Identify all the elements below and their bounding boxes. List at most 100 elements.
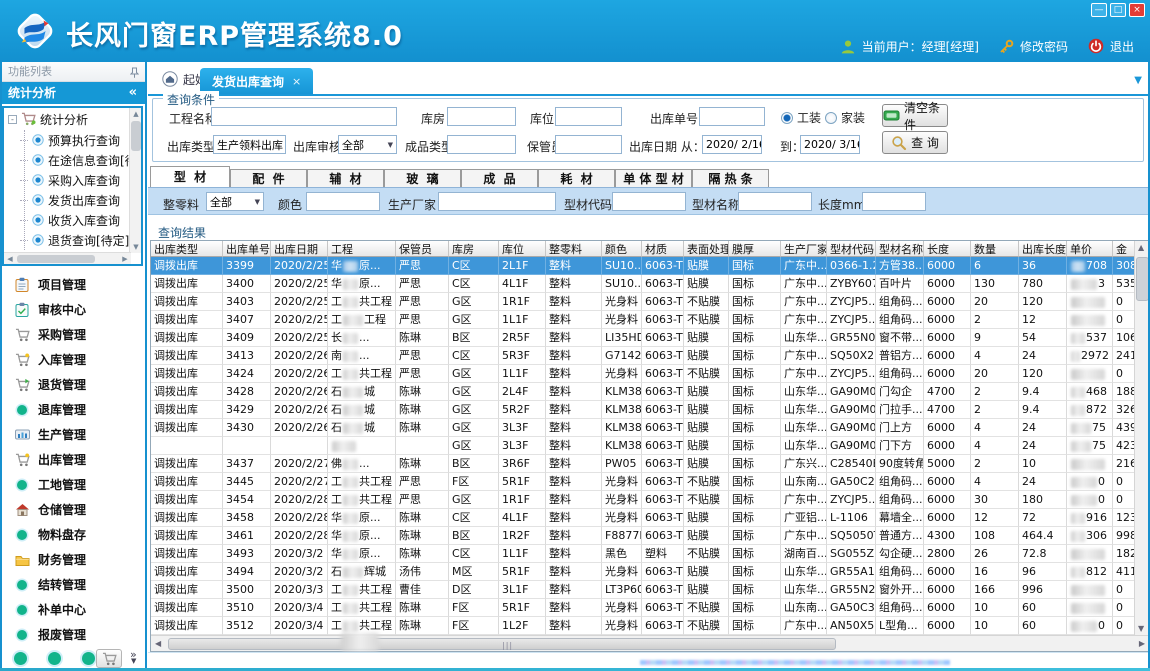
table-row-8[interactable]: 调拨出库34292020/2/26石城陈琳G区5R2F整料KLM38176063… (151, 401, 1135, 419)
column-header-6[interactable]: 库位 (499, 241, 546, 257)
table-row-14[interactable]: 调拨出库34582020/2/28华原...陈琳C区4L1F整料光身料6063-… (151, 509, 1135, 527)
sidebar-group-6[interactable]: 生产管理 (0, 422, 145, 447)
tab-list-dropdown-icon[interactable]: ▼ (1134, 75, 1142, 86)
tree-item-1[interactable]: 在途信息查询[待 (4, 150, 141, 170)
table-row-12[interactable]: 调拨出库34452020/2/27工共工程严思F区5R1F整料光身料6063-T… (151, 473, 1135, 491)
scroll-down-icon[interactable]: ▼ (130, 241, 142, 253)
column-header-3[interactable]: 工程 (328, 241, 396, 257)
location-input[interactable] (555, 107, 622, 126)
material-tab-7[interactable]: 隔 热 条 (692, 169, 769, 187)
column-header-10[interactable]: 表面处理 (684, 241, 729, 257)
out-type-select[interactable]: 生产领料出库▼ (213, 135, 286, 154)
scroll-right-icon[interactable]: ▶ (1139, 639, 1145, 648)
column-header-16[interactable]: 数量 (971, 241, 1019, 257)
scroll-thumb[interactable] (17, 255, 95, 263)
sidebar-group-14[interactable]: 报废管理 (0, 622, 145, 647)
section-header[interactable]: 统计分析 « (0, 82, 145, 104)
sidebar-group-12[interactable]: 结转管理 (0, 572, 145, 597)
table-row-11[interactable]: 调拨出库34372020/2/27佛...陈琳B区3R6F整料PW056063-… (151, 455, 1135, 473)
expander-icon[interactable]: - (8, 115, 17, 124)
table-row-20[interactable]: 调拨出库35122020/3/4工共工程陈琳F区1L2F整料光身料6063-T5… (151, 617, 1135, 635)
scroll-left-icon[interactable]: ◀ (4, 253, 16, 265)
order-no-input[interactable] (699, 107, 765, 126)
scroll-thumb[interactable] (131, 121, 141, 151)
table-row-16[interactable]: 调拨出库34932020/3/2华原...陈琳C区1L1F整料黑色塑料不贴膜国标… (151, 545, 1135, 563)
sidebar-group-13[interactable]: 补单中心 (0, 597, 145, 622)
column-header-5[interactable]: 库房 (449, 241, 499, 257)
sidebar-group-5[interactable]: 退库管理 (0, 397, 145, 422)
cart-group-button[interactable] (96, 649, 122, 668)
scroll-down-icon[interactable]: ▼ (1138, 624, 1144, 633)
material-tab-3[interactable]: 玻 璃 (384, 169, 461, 187)
product-type-input[interactable] (447, 135, 516, 154)
tree-item-4[interactable]: 收货入库查询 (4, 210, 141, 230)
search-button[interactable]: 查 询 (882, 131, 948, 154)
table-row-17[interactable]: 调拨出库34942020/3/2石辉城汤伟M区5R1F整料光身料6063-T5贴… (151, 563, 1135, 581)
table-row-18[interactable]: 调拨出库35002020/3/3工共工程曹佳D区3L1F整料LT3P606063… (151, 581, 1135, 599)
table-row-3[interactable]: 调拨出库34072020/2/25工工程严思G区1L1F整料光身料6063-T5… (151, 311, 1135, 329)
column-header-11[interactable]: 膜厚 (729, 241, 781, 257)
column-header-7[interactable]: 整零料 (546, 241, 602, 257)
maker-input[interactable] (438, 192, 556, 211)
material-tab-6[interactable]: 单 体 型 材 (615, 169, 692, 187)
table-row-15[interactable]: 调拨出库34612020/2/28华原...陈琳B区1R2F整料F8877FT6… (151, 527, 1135, 545)
keeper-input[interactable] (555, 135, 622, 154)
audit-select[interactable]: 全部▼ (338, 135, 397, 154)
column-header-18[interactable]: 单价 (1067, 241, 1113, 257)
group-dot-icon[interactable] (14, 652, 27, 665)
name-input[interactable] (738, 192, 812, 211)
column-header-17[interactable]: 出库长度 (1019, 241, 1067, 257)
scroll-left-icon[interactable]: ◀ (155, 639, 161, 648)
tree-hscrollbar[interactable]: ◀ ▶ (4, 252, 131, 264)
collapse-icon[interactable]: « (129, 82, 137, 104)
date-from-select[interactable]: 2020/ 2/16▼ (702, 135, 762, 154)
column-header-4[interactable]: 保管员 (396, 241, 449, 257)
sidebar-group-1[interactable]: 审核中心 (0, 297, 145, 322)
sidebar-group-8[interactable]: 工地管理 (0, 472, 145, 497)
tree-item-0[interactable]: 预算执行查询 (4, 130, 141, 150)
column-header-1[interactable]: 出库单号 (223, 241, 271, 257)
code-input[interactable] (612, 192, 686, 211)
tree-item-3[interactable]: 发货出库查询 (4, 190, 141, 210)
length-input[interactable] (862, 192, 926, 211)
table-vscrollbar[interactable]: ▲ ▼ (1134, 241, 1149, 635)
scroll-right-icon[interactable]: ▶ (119, 253, 131, 265)
column-header-12[interactable]: 生产厂家 (781, 241, 827, 257)
warehouse-input[interactable] (447, 107, 516, 126)
group-dot-icon[interactable] (48, 652, 61, 665)
sidebar-group-4[interactable]: 退货管理 (0, 372, 145, 397)
table-row-2[interactable]: 调拨出库34032020/2/25工共工程严思G区1R1F整料光身料6063-T… (151, 293, 1135, 311)
sidebar-group-10[interactable]: 物料盘存 (0, 522, 145, 547)
whole-select[interactable]: 全部▼ (206, 192, 264, 211)
column-header-14[interactable]: 型材名称 (876, 241, 924, 257)
scroll-up-icon[interactable]: ▲ (1138, 243, 1144, 252)
material-tab-5[interactable]: 耗 材 (538, 169, 615, 187)
tab-close-icon[interactable]: × (292, 75, 301, 88)
column-header-8[interactable]: 颜色 (602, 241, 642, 257)
tree-item-5[interactable]: 退货查询[待定] (4, 230, 141, 250)
table-row-10[interactable]: G区3L3F整料KLM38176063-T5贴膜国标山东华...GA90M09.… (151, 437, 1135, 455)
group-dot-icon[interactable] (82, 652, 95, 665)
radio-jiazhuang[interactable]: 家装 (825, 109, 865, 126)
material-tab-0[interactable]: 型 材 (150, 166, 230, 187)
table-row-6[interactable]: 调拨出库34242020/2/26工共工程严思G区1L1F整料光身料6063-T… (151, 365, 1135, 383)
table-row-4[interactable]: 调拨出库34092020/2/25长...陈琳B区2R5F整料LI35HD606… (151, 329, 1135, 347)
column-header-13[interactable]: 型材代码 (827, 241, 876, 257)
project-input[interactable] (211, 107, 397, 126)
tree-vscrollbar[interactable]: ▲ ▼ (129, 108, 141, 253)
column-header-2[interactable]: 出库日期 (271, 241, 328, 257)
close-button[interactable]: × (1129, 3, 1145, 17)
material-tab-4[interactable]: 成 品 (461, 169, 538, 187)
table-row-0[interactable]: 调拨出库33992020/2/25华原...严思C区2L1F整料SU10...6… (151, 257, 1135, 275)
material-tab-2[interactable]: 辅 材 (307, 169, 384, 187)
column-header-19[interactable]: 金 (1113, 241, 1135, 257)
table-row-9[interactable]: 调拨出库34302020/2/26石城陈琳G区3L3F整料KLM38176063… (151, 419, 1135, 437)
material-tab-1[interactable]: 配 件 (230, 169, 307, 187)
date-to-select[interactable]: 2020/ 3/16▼ (800, 135, 860, 154)
sidebar-group-3[interactable]: 入库管理 (0, 347, 145, 372)
maximize-button[interactable]: □ (1110, 3, 1126, 17)
scroll-up-icon[interactable]: ▲ (130, 108, 142, 120)
more-dropdown-icon[interactable]: ▼ (131, 657, 136, 665)
column-header-0[interactable]: 出库类型 (151, 241, 223, 257)
color-input[interactable] (306, 192, 380, 211)
